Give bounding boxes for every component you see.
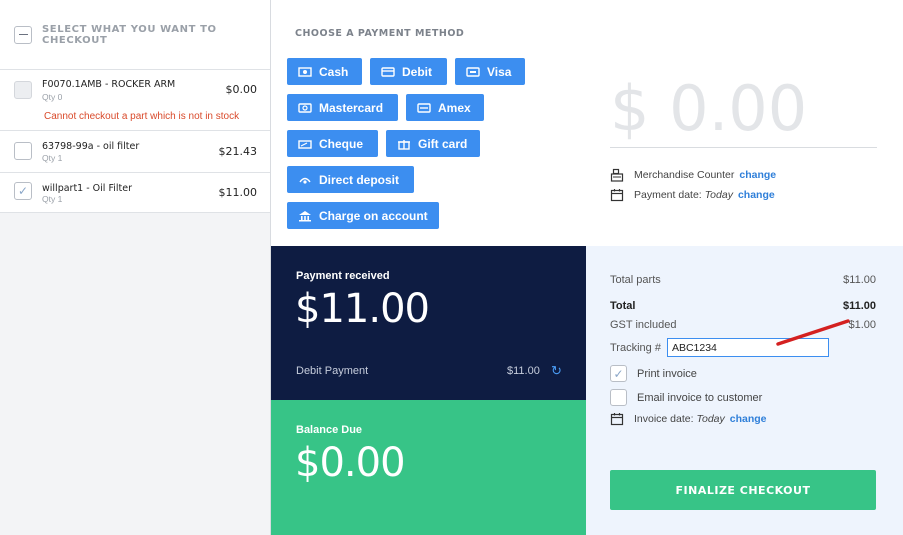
- list-item: ✓ willpart1 - Oil Filter Qty 1 $11.00: [0, 173, 270, 213]
- gift-card-button[interactable]: Gift card: [386, 130, 480, 157]
- finalize-checkout-button[interactable]: FINALIZE CHECKOUT: [610, 470, 876, 510]
- invoice-date-row: Invoice date: Today change: [610, 412, 767, 426]
- print-invoice-checkbox[interactable]: ✓: [610, 365, 627, 382]
- bank-icon: [299, 210, 311, 221]
- calendar-icon: [610, 189, 624, 202]
- list-item: 63798-99a - oil filter Qty 1 $21.43: [0, 131, 270, 173]
- select-all-checkbox[interactable]: [14, 25, 32, 44]
- item-price: $11.00: [218, 186, 258, 199]
- select-all-header: SELECT WHAT YOU WANT TO CHECKOUT: [0, 0, 270, 70]
- item-name: F0070.1AMB - ROCKER ARM: [42, 79, 176, 90]
- tracking-label: Tracking #: [610, 341, 661, 354]
- list-item: F0070.1AMB - ROCKER ARM Qty 0 $0.00 Cann…: [0, 70, 270, 131]
- stock-error-message: Cannot checkout a part which is not in s…: [44, 111, 240, 122]
- counter-label: Merchandise Counter: [634, 169, 735, 181]
- payment-received-amount: $11.00: [295, 286, 430, 332]
- charge-on-account-button[interactable]: Charge on account: [287, 202, 439, 229]
- payment-method-title: CHOOSE A PAYMENT METHOD: [295, 28, 465, 39]
- balance-due-panel: Balance Due $0.00: [271, 400, 586, 535]
- direct-deposit-button[interactable]: Direct deposit: [287, 166, 414, 193]
- checkout-items-panel: SELECT WHAT YOU WANT TO CHECKOUT F0070.1…: [0, 0, 271, 535]
- select-all-label: SELECT WHAT YOU WANT TO CHECKOUT: [42, 23, 217, 46]
- counter-row: Merchandise Counter change: [610, 168, 776, 182]
- amex-card-icon: [417, 102, 431, 113]
- payment-date-value: Today: [704, 189, 733, 201]
- item-checkbox[interactable]: ✓: [14, 182, 32, 200]
- item-qty: Qty 1: [42, 153, 63, 163]
- invoice-date-change-link[interactable]: change: [730, 413, 767, 425]
- gift-card-label: Gift card: [418, 136, 468, 151]
- item-checkbox[interactable]: [14, 81, 32, 99]
- payment-date-label: Payment date:: [634, 189, 702, 201]
- cash-label: Cash: [319, 64, 349, 79]
- undo-icon[interactable]: ↻: [551, 363, 562, 379]
- item-name: 63798-99a - oil filter: [42, 141, 140, 152]
- balance-due-amount: $0.00: [295, 440, 406, 486]
- cheque-label: Cheque: [319, 136, 364, 151]
- cheque-button[interactable]: Cheque: [287, 130, 378, 157]
- payment-date-change-link[interactable]: change: [738, 189, 775, 201]
- total-label: Total: [610, 300, 636, 312]
- amex-label: Amex: [438, 100, 471, 115]
- print-invoice-label: Print invoice: [637, 367, 697, 380]
- item-qty: Qty 1: [42, 194, 63, 204]
- balance-due-label: Balance Due: [296, 424, 363, 436]
- email-invoice-checkbox[interactable]: [610, 389, 627, 406]
- payment-received-label: Payment received: [296, 270, 390, 282]
- total-parts-label: Total parts: [610, 274, 661, 286]
- debit-payment-label: Debit Payment: [296, 365, 369, 377]
- direct-deposit-icon: [299, 177, 311, 184]
- debit-button[interactable]: Debit: [370, 58, 447, 85]
- debit-payment-value: $11.00: [507, 365, 540, 377]
- payment-received-panel: Payment received $11.00 Debit Payment $1…: [271, 246, 586, 400]
- cash-button[interactable]: Cash: [287, 58, 362, 85]
- debit-label: Debit: [402, 64, 432, 79]
- gst-value: $1.00: [848, 319, 876, 331]
- visa-label: Visa: [487, 64, 512, 79]
- payment-method-panel: CHOOSE A PAYMENT METHOD Cash Debit Visa …: [272, 0, 903, 246]
- counter-change-link[interactable]: change: [739, 169, 776, 181]
- charge-on-account-label: Charge on account: [319, 208, 428, 223]
- email-invoice-row: Email invoice to customer: [610, 389, 762, 406]
- cash-icon: [298, 66, 312, 77]
- mastercard-icon: [298, 102, 312, 113]
- amex-button[interactable]: Amex: [406, 94, 484, 121]
- direct-deposit-label: Direct deposit: [319, 172, 400, 187]
- tracking-input[interactable]: [666, 338, 829, 357]
- invoice-date-label: Invoice date:: [634, 413, 694, 425]
- register-icon: [610, 168, 624, 182]
- debit-card-icon: [381, 66, 395, 77]
- total-parts-row: Total parts $11.00: [610, 274, 876, 286]
- checkout-summary-panel: Total parts $11.00 Total $11.00 GST incl…: [586, 246, 903, 535]
- item-name: willpart1 - Oil Filter: [42, 183, 132, 194]
- total-row: Total $11.00: [610, 300, 876, 312]
- divider: [610, 147, 877, 148]
- print-invoice-row: ✓ Print invoice: [610, 365, 697, 382]
- mastercard-button[interactable]: Mastercard: [287, 94, 398, 121]
- total-parts-value: $11.00: [843, 274, 876, 286]
- gst-row: GST included $1.00: [610, 319, 876, 331]
- payment-amount: $ 0.00: [610, 72, 808, 145]
- visa-card-icon: [466, 66, 480, 77]
- payment-date-row: Payment date: Today change: [610, 188, 775, 202]
- tracking-row: Tracking #: [610, 338, 829, 357]
- check-icon: ✓: [613, 366, 624, 381]
- invoice-date-value: Today: [696, 413, 725, 425]
- gift-icon: [398, 139, 410, 150]
- item-price: $21.43: [218, 145, 258, 158]
- calendar-icon: [610, 413, 624, 426]
- total-value: $11.00: [842, 300, 876, 312]
- item-price: $0.00: [225, 83, 258, 96]
- visa-button[interactable]: Visa: [455, 58, 525, 85]
- item-qty: Qty 0: [42, 92, 63, 102]
- item-checkbox[interactable]: [14, 142, 32, 160]
- mastercard-label: Mastercard: [319, 100, 384, 115]
- gst-label: GST included: [610, 319, 677, 331]
- cheque-icon: [298, 139, 312, 149]
- email-invoice-label: Email invoice to customer: [637, 391, 763, 404]
- check-icon: ✓: [17, 184, 29, 198]
